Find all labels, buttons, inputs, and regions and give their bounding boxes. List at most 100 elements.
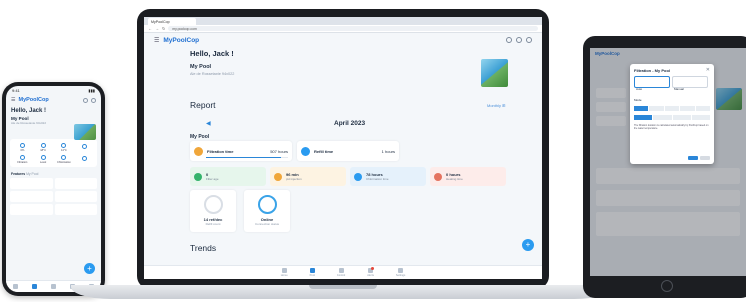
mode-option-manual[interactable]: Manual <box>672 76 708 91</box>
modal-title: Filtration - My Pool <box>634 68 670 73</box>
modal-actions <box>688 156 710 160</box>
filtration-modal: Filtration - My Pool ✕ Auto Manual Mode T… <box>630 64 714 164</box>
feature-card[interactable] <box>10 204 53 215</box>
user-icon[interactable] <box>526 37 532 43</box>
pool-icon[interactable] <box>32 284 37 289</box>
menu-icon[interactable]: ☰ <box>154 37 159 44</box>
connection-card[interactable]: Online Connection status <box>244 190 290 232</box>
pool-photo <box>481 59 508 87</box>
refill-stat[interactable]: Refill time 1 hours <box>297 141 399 161</box>
phone-pool-name: My Pool <box>11 116 29 121</box>
filtration-value: 507 hours <box>270 148 288 154</box>
feature-card[interactable] <box>54 178 97 189</box>
close-icon[interactable]: ✕ <box>706 67 710 73</box>
tablet-device: MyPoolCop Filtration - My Pool ✕ Auto Man… <box>583 36 746 298</box>
drop-icon[interactable]: Chlorination <box>55 154 74 164</box>
gauge-caption: Refill count <box>205 222 221 226</box>
thermometer-icon[interactable]: 18°C <box>34 142 53 152</box>
feature-card[interactable] <box>54 204 97 215</box>
gauge-ring <box>203 195 223 214</box>
flame-icon <box>434 172 442 181</box>
thermometer-icon[interactable]: 14°C <box>55 142 74 152</box>
phone-icon[interactable] <box>516 37 522 43</box>
home-icon[interactable] <box>13 284 18 289</box>
filtration-stat[interactable]: Filtration time 507 hours <box>190 141 292 161</box>
user-icon[interactable] <box>91 97 96 103</box>
menu-icon[interactable]: ☰ <box>11 97 15 103</box>
schedule-segmented-control[interactable] <box>634 115 710 120</box>
kpi-heating[interactable]: 0 hours Heating time <box>430 167 506 186</box>
phone-brand: MyPoolCop <box>18 97 49 103</box>
kpi-caption: pH injection <box>286 177 302 181</box>
report-title: Report <box>190 100 216 110</box>
laptop-device: MyPoolCop ← → ↻ my.poolcop.com ☰ MyPoolC… <box>137 9 549 289</box>
flask-icon <box>274 172 282 181</box>
kpi-chlorination[interactable]: 78 hours Chlorination time <box>350 167 426 186</box>
previous-month-button[interactable]: ◀ <box>206 120 211 127</box>
drop-icon <box>301 146 310 156</box>
pool-icon <box>309 268 315 273</box>
browser-toolbar: ← → ↻ my.poolcop.com <box>144 25 542 33</box>
filter-icon[interactable]: Filtration <box>13 154 32 164</box>
mode-option-auto[interactable]: Auto <box>634 76 670 91</box>
notification-badge <box>371 267 375 270</box>
phone-device: 9:41 ▮▮▮ ☰ MyPoolCop Hello, Jack ! My Poo… <box>2 82 105 296</box>
water-icon[interactable]: 0% <box>13 142 32 152</box>
mode-segmented-control[interactable] <box>634 106 711 111</box>
app-header: ☰ MyPoolCop <box>144 33 542 47</box>
phone-add-button[interactable]: + <box>84 263 95 274</box>
control-icon <box>338 268 344 273</box>
kpi-filter-age[interactable]: 0 Filter age <box>190 167 266 186</box>
add-button[interactable]: + <box>522 239 534 251</box>
monthly-selector[interactable]: Monthly ⊞ <box>487 103 505 108</box>
filtration-progress <box>206 156 288 158</box>
nav-label: Settings <box>395 274 406 277</box>
devices-composition: 9:41 ▮▮▮ ☰ MyPoolCop Hello, Jack ! My Poo… <box>0 0 746 302</box>
sun-icon[interactable] <box>75 142 94 152</box>
nav-alerts[interactable]: Alerts <box>367 267 375 277</box>
nav-settings[interactable]: Settings <box>396 268 405 277</box>
feature-card[interactable] <box>54 191 97 202</box>
phone-pool-photo <box>74 124 96 140</box>
bottom-nav: Home Pool Control Alerts Settings <box>144 265 542 279</box>
tablet-home-button[interactable] <box>661 280 673 292</box>
filtration-label: Filtration time <box>207 148 234 154</box>
browser-tab[interactable]: MyPoolCop <box>148 18 196 25</box>
greeting: Hello, Jack ! <box>190 49 234 58</box>
refill-count-card[interactable]: 14 ref/dec Refill count <box>190 190 236 232</box>
reload-icon[interactable]: ↻ <box>162 26 165 31</box>
feature-card[interactable] <box>10 178 53 189</box>
clock-icon <box>194 146 203 156</box>
kpi-caption: Chlorination time <box>366 177 389 181</box>
phone-status-bar: 9:41 ▮▮▮ <box>12 88 95 93</box>
app-logo[interactable]: MyPoolCop <box>163 37 502 44</box>
search-icon[interactable] <box>83 97 88 103</box>
search-icon[interactable] <box>506 37 512 43</box>
phone-screen: 9:41 ▮▮▮ ☰ MyPoolCop Hello, Jack ! My Poo… <box>6 86 101 292</box>
kpi-ph-injection[interactable]: 96 min pH injection <box>270 167 346 186</box>
back-icon[interactable]: ← <box>148 26 152 31</box>
laptop-screen: MyPoolCop ← → ↻ my.poolcop.com ☰ MyPoolC… <box>144 17 542 279</box>
laptop-notch <box>309 285 377 289</box>
pool-address: Ale de Rossetaxte 94x022 <box>190 72 235 76</box>
modal-note: The filtration duration is calculated au… <box>634 124 709 131</box>
kpi-caption: Filter age <box>206 177 219 181</box>
level-icon[interactable]: Level <box>34 154 53 164</box>
feature-card[interactable] <box>10 191 53 202</box>
nav-pool[interactable]: Pool <box>310 268 315 277</box>
section-pool-title: My Pool <box>190 134 210 140</box>
gauge-ring <box>257 195 277 214</box>
option-label: Manual <box>674 87 684 91</box>
light-icon[interactable] <box>75 154 94 164</box>
browser-tabstrip: MyPoolCop <box>144 17 542 25</box>
cancel-button[interactable] <box>700 156 710 160</box>
control-icon[interactable] <box>51 284 56 289</box>
tablet-screen: MyPoolCop Filtration - My Pool ✕ Auto Man… <box>590 48 746 276</box>
forward-icon[interactable]: → <box>155 26 159 31</box>
filter-icon <box>194 172 202 181</box>
nav-control[interactable]: Control <box>337 268 345 277</box>
nav-home[interactable]: Home <box>281 268 288 277</box>
address-bar[interactable]: my.poolcop.com <box>168 26 538 31</box>
trends-title: Trends <box>190 243 217 253</box>
confirm-button[interactable] <box>688 156 698 160</box>
